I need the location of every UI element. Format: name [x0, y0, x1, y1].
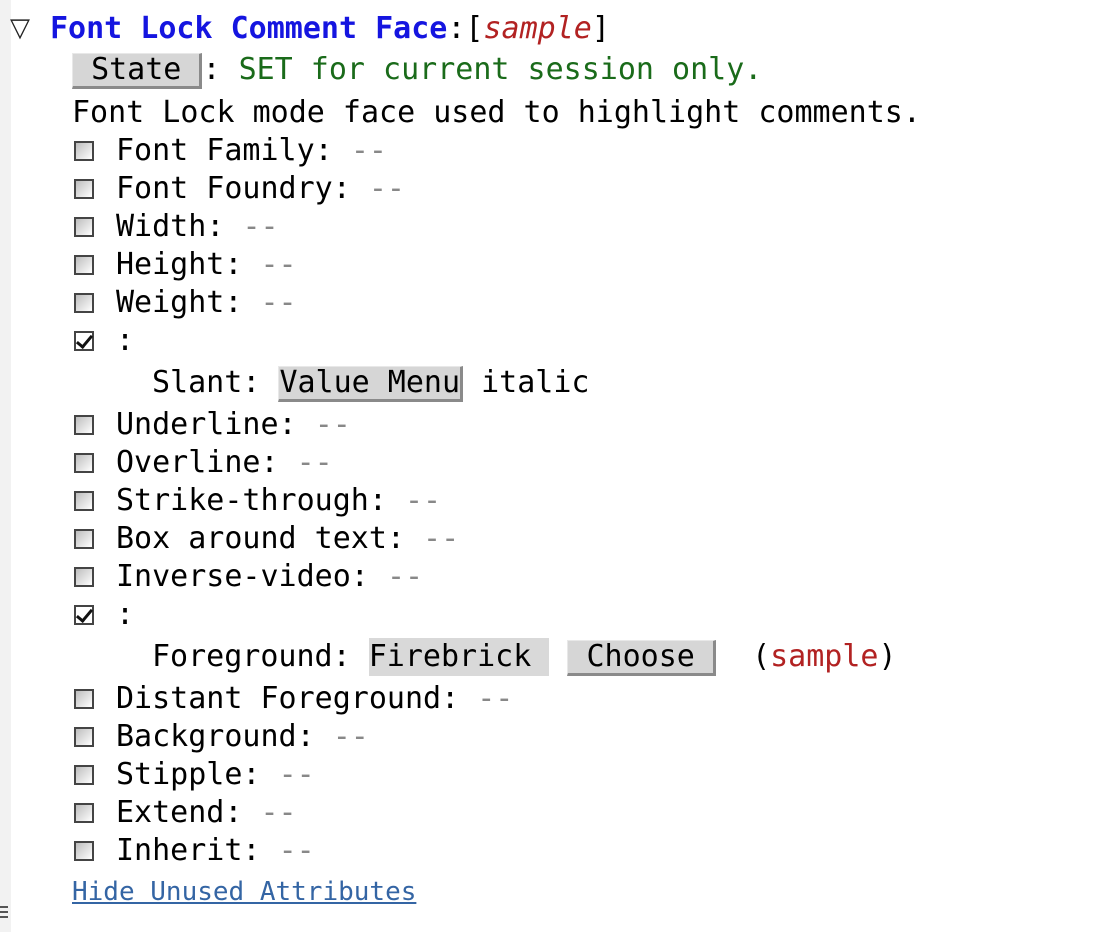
state-button[interactable]: State [72, 52, 203, 89]
state-text: SET for current session only. [238, 52, 763, 87]
attribute-value: -- [405, 483, 442, 518]
continuation-icon [0, 906, 9, 926]
attribute-label: Font Family: [116, 133, 333, 168]
attribute-checkbox[interactable] [74, 217, 94, 237]
hide-unused-attributes-link[interactable]: Hide Unused Attributes [72, 877, 416, 907]
attribute-row: Height: -- [116, 246, 297, 284]
state-line: State : SET for current session only. [72, 51, 762, 89]
attribute-value: -- [350, 133, 387, 168]
attribute-row: Distant Foreground: -- [116, 680, 513, 718]
attribute-value: -- [260, 795, 297, 830]
attribute-value: -- [386, 559, 424, 594]
attribute-checkbox[interactable] [74, 141, 94, 161]
attribute-checkbox[interactable] [74, 491, 94, 511]
attribute-row: Background: -- [116, 718, 369, 756]
attribute-value: -- [477, 681, 514, 716]
attribute-row: Weight: -- [116, 284, 297, 322]
attribute-row: Font Foundry: -- [116, 170, 405, 208]
bracket-open: [ [465, 11, 484, 46]
attribute-value: -- [332, 719, 369, 754]
face-header: Font Lock Comment Face:[sample] [50, 10, 610, 48]
attribute-value: -- [260, 285, 297, 320]
attribute-row: : [116, 596, 134, 634]
slant-value: italic [481, 365, 590, 400]
attribute-label: Inherit: [116, 833, 261, 868]
attribute-label: : [116, 323, 135, 358]
attribute-label: Underline: [116, 407, 297, 442]
attribute-label: Background: [116, 719, 315, 754]
state-colon: : [202, 52, 221, 87]
bracket-close: ] [591, 11, 610, 46]
header-separator: : [447, 11, 466, 46]
attribute-label: Weight: [116, 285, 243, 320]
attribute-label: Height: [116, 247, 243, 282]
left-fringe [0, 0, 11, 932]
attribute-label: Overline: [116, 445, 279, 480]
attribute-row: Inverse-video: -- [116, 558, 423, 596]
attribute-row: Extend: -- [116, 794, 297, 832]
attribute-checkbox[interactable] [74, 727, 94, 747]
attribute-checkbox[interactable] [74, 803, 94, 823]
attribute-checkbox[interactable] [74, 529, 94, 549]
attribute-checkbox[interactable] [74, 567, 94, 587]
attribute-label: Strike-through: [116, 483, 387, 518]
attribute-checkbox[interactable] [74, 765, 94, 785]
attribute-label: Extend: [116, 795, 243, 830]
attribute-checkbox[interactable] [74, 453, 94, 473]
attribute-row: Strike-through: -- [116, 482, 441, 520]
slant-label: Slant: [152, 365, 261, 400]
triangle-down-icon[interactable]: ▽ [10, 13, 30, 43]
attribute-row: Font Family: -- [116, 132, 387, 170]
attribute-checkbox[interactable] [74, 841, 94, 861]
attribute-row: Width: -- [116, 208, 279, 246]
attribute-label: Box around text: [116, 521, 405, 556]
attribute-value: -- [278, 833, 315, 868]
foreground-sample: sample [770, 639, 879, 674]
attribute-value: -- [368, 171, 405, 206]
attribute-checkbox[interactable] [74, 605, 94, 625]
attribute-value: -- [260, 247, 297, 282]
attribute-checkbox[interactable] [74, 293, 94, 313]
attribute-row: Inherit: -- [116, 832, 315, 870]
attribute-label: Distant Foreground: [116, 681, 460, 716]
attribute-row: Box around text: -- [116, 520, 459, 558]
slant-row: Slant: Value Menu italic [152, 364, 590, 402]
attribute-label: Width: [116, 209, 225, 244]
attribute-checkbox[interactable] [74, 689, 94, 709]
paren-close: ) [878, 639, 897, 674]
attribute-value: -- [423, 521, 460, 556]
attribute-row: Overline: -- [116, 444, 333, 482]
choose-button[interactable]: Choose [567, 640, 716, 676]
attribute-row: Underline: -- [116, 406, 351, 444]
header-sample: sample [483, 11, 592, 46]
face-name-link[interactable]: Font Lock Comment Face [50, 11, 447, 46]
foreground-label: Foreground: [152, 639, 351, 674]
attribute-label: : [116, 597, 135, 632]
foreground-row: Foreground: Firebrick Choose (sample) [152, 638, 897, 676]
attribute-label: Font Foundry: [116, 171, 351, 206]
attribute-checkbox[interactable] [74, 179, 94, 199]
value-menu-button[interactable]: Value Menu [278, 366, 464, 402]
attribute-label: Stipple: [116, 757, 261, 792]
foreground-field[interactable]: Firebrick [368, 638, 550, 676]
attribute-checkbox[interactable] [74, 255, 94, 275]
attribute-value: -- [242, 209, 279, 244]
attribute-checkbox[interactable] [74, 331, 94, 351]
attribute-label: Inverse-video: [116, 559, 369, 594]
attribute-value: -- [278, 757, 315, 792]
footer: Hide Unused Attributes [72, 872, 416, 910]
foreground-value: Firebrick [368, 639, 532, 674]
attribute-checkbox[interactable] [74, 415, 94, 435]
state-button-label: State [91, 52, 182, 87]
paren-open: ( [752, 639, 771, 674]
face-documentation: Font Lock mode face used to highlight co… [72, 95, 921, 130]
attribute-value: -- [296, 445, 333, 480]
attribute-row: Stipple: -- [116, 756, 315, 794]
attribute-row: : [116, 322, 134, 360]
attribute-value: -- [314, 407, 351, 442]
choose-button-label: Choose [586, 639, 695, 674]
